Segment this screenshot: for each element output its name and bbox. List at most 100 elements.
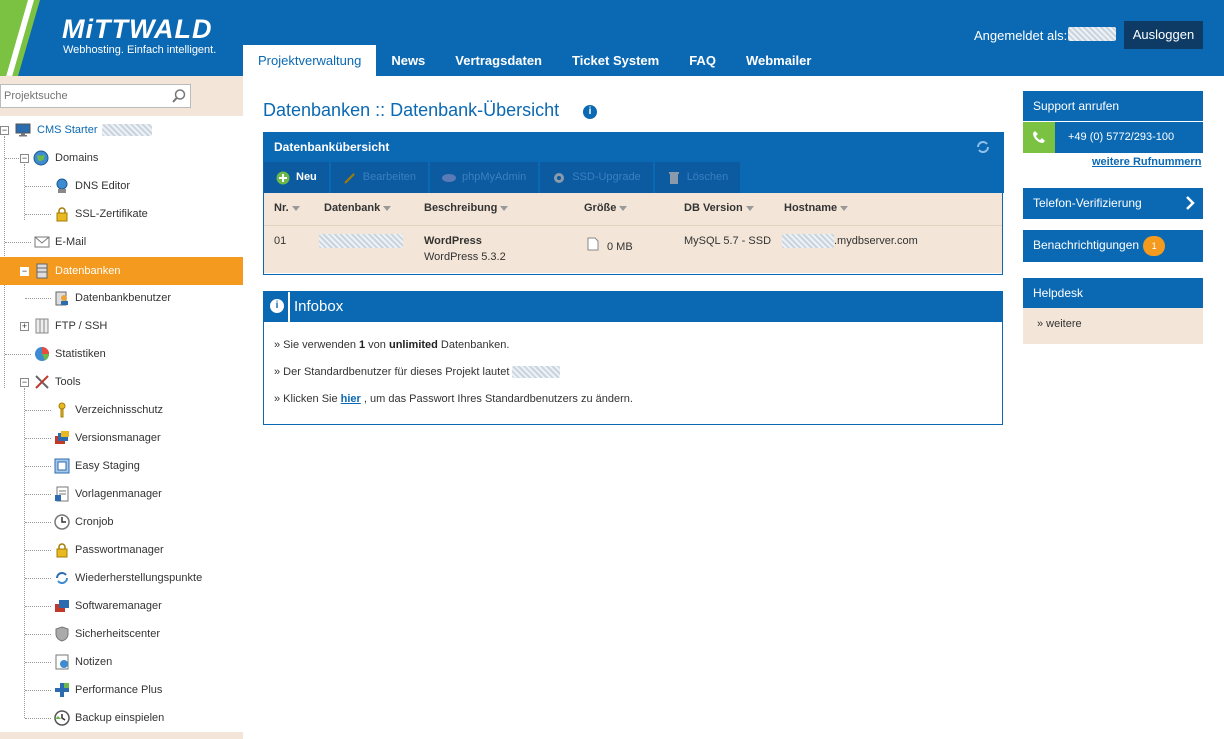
tree-project[interactable]: − CMS Starter: [0, 116, 243, 144]
tab-vertragsdaten[interactable]: Vertragsdaten: [440, 45, 557, 76]
cell-beschreibung-title: WordPress: [424, 235, 482, 247]
column-db-version[interactable]: DB Version: [684, 202, 754, 214]
sidebar-item-ssl[interactable]: SSL-Zertifikate: [0, 200, 243, 228]
sort-caret-icon: [291, 205, 300, 211]
infobox-line-user: » Der Standardbenutzer für dieses Projek…: [274, 366, 561, 379]
sidebar-item-label: E-Mail: [55, 236, 87, 248]
refresh-icon[interactable]: [976, 140, 990, 154]
tree-line: [25, 662, 51, 663]
text: » Der Standardbenutzer für dieses Projek…: [274, 366, 510, 378]
default-user-redacted: [512, 366, 561, 379]
ssd-upgrade-button[interactable]: SSD-Upgrade: [540, 162, 653, 193]
logo-tagline: Webhosting. Einfach intelligent.: [63, 44, 217, 56]
table-row[interactable]: 01 WordPress WordPress 5.3.2 0 MB MySQL …: [264, 225, 1002, 273]
header: MiTTWALD Webhosting. Einfach intelligent…: [0, 0, 1224, 76]
sidebar-item-label: Statistiken: [55, 348, 106, 360]
key-icon: [58, 402, 66, 418]
cell-nr: 01: [274, 235, 287, 247]
tree-line: [25, 214, 51, 215]
delete-button[interactable]: Löschen: [654, 162, 741, 193]
tab-webmailer[interactable]: Webmailer: [731, 45, 827, 76]
tree-line: [5, 354, 31, 355]
sort-caret-icon: [840, 205, 849, 211]
tree-line: [25, 466, 51, 467]
infobox-line-password: » Klicken Sie hier , um das Passwort Ihr…: [274, 393, 633, 405]
column-hostname-label: Hostname: [784, 202, 838, 214]
notifications-label: Benachrichtigungen: [1033, 238, 1140, 252]
sidebar-item-sicherheitscenter[interactable]: Sicherheitscenter: [0, 620, 243, 648]
tab-ticket-system[interactable]: Ticket System: [557, 45, 674, 76]
sidebar-item-ftp[interactable]: + FTP / SSH: [0, 312, 243, 340]
tree-line: [25, 410, 51, 411]
helpdesk-more-link[interactable]: » weitere: [1037, 318, 1082, 330]
sidebar-item-performance-plus[interactable]: Performance Plus: [0, 676, 243, 704]
sidebar-item-passwortmanager[interactable]: Passwortmanager: [0, 536, 243, 564]
search-icon[interactable]: [171, 88, 187, 104]
collapse-icon[interactable]: −: [20, 378, 29, 387]
sidebar-item-tools[interactable]: − Tools: [0, 368, 243, 396]
column-beschreibung[interactable]: Beschreibung: [424, 202, 509, 214]
new-database-button[interactable]: Neu: [264, 162, 329, 193]
phone-verification-label: Telefon-Verifizierung: [1033, 196, 1142, 210]
sidebar-item-softwaremanager[interactable]: Softwaremanager: [0, 592, 243, 620]
sidebar-item-versionsmanager[interactable]: Versionsmanager: [0, 424, 243, 452]
column-groesse-label: Größe: [584, 202, 617, 214]
text: » Sie verwenden: [274, 339, 359, 351]
collapse-icon[interactable]: −: [0, 126, 9, 135]
column-hostname[interactable]: Hostname: [784, 202, 849, 214]
column-nr[interactable]: Nr.: [274, 202, 300, 214]
sidebar-item-datenbankbenutzer[interactable]: Datenbankbenutzer: [0, 284, 243, 312]
panel-title-text: Datenbankübersicht: [274, 140, 390, 154]
sort-caret-icon: [619, 205, 628, 211]
cell-datenbank-redacted: [319, 234, 403, 248]
tree-line: [5, 242, 31, 243]
sidebar-item-wiederherstellungspunkte[interactable]: Wiederherstellungspunkte: [0, 564, 243, 592]
sidebar-item-verzeichnisschutz[interactable]: Verzeichnisschutz: [0, 396, 243, 424]
phone-verification-button[interactable]: Telefon-Verifizierung: [1023, 188, 1203, 219]
infobox: Infobox i » Sie verwenden 1 von unlimite…: [263, 291, 1003, 425]
logo[interactable]: MiTTWALD: [62, 14, 212, 45]
phpmyadmin-button[interactable]: phpMyAdmin: [430, 162, 539, 193]
tab-news[interactable]: News: [376, 45, 440, 76]
project-name: CMS Starter: [37, 124, 98, 136]
sidebar-item-statistiken[interactable]: Statistiken: [0, 340, 243, 368]
project-search-input[interactable]: [4, 88, 154, 104]
logout-button[interactable]: Ausloggen: [1124, 21, 1203, 49]
phpmyadmin-label: phpMyAdmin: [462, 171, 527, 183]
sidebar-item-dns-editor[interactable]: DNS Editor: [0, 172, 243, 200]
sidebar-item-notizen[interactable]: Notizen: [0, 648, 243, 676]
more-numbers-link[interactable]: weitere Rufnummern: [1092, 156, 1201, 168]
collapse-icon[interactable]: −: [20, 154, 29, 163]
info-icon[interactable]: i: [583, 105, 597, 119]
software-icon: [55, 600, 69, 612]
sidebar-item-datenbanken[interactable]: − Datenbanken: [0, 257, 243, 285]
support-phone[interactable]: +49 (0) 5772/293-100: [1023, 122, 1203, 153]
tree-line: [25, 578, 51, 579]
edit-button[interactable]: Bearbeiten: [330, 162, 428, 193]
column-datenbank-label: Datenbank: [324, 202, 381, 214]
column-datenbank[interactable]: Datenbank: [324, 202, 392, 214]
sidebar-item-email[interactable]: E-Mail: [0, 228, 243, 256]
expand-icon[interactable]: +: [20, 322, 29, 331]
tree-line: [25, 606, 51, 607]
project-id-redacted: [102, 124, 152, 136]
notifications-button[interactable]: Benachrichtigungen 1: [1023, 230, 1203, 262]
template-icon: [55, 486, 69, 502]
sidebar-item-cronjob[interactable]: Cronjob: [0, 508, 243, 536]
project-search-box: [0, 84, 191, 108]
tab-projektverwaltung[interactable]: Projektverwaltung: [243, 45, 377, 76]
sidebar-item-label: Sicherheitscenter: [75, 628, 160, 640]
sidebar-item-domains[interactable]: − Domains: [0, 144, 243, 172]
sidebar-item-label: Easy Staging: [75, 460, 140, 472]
tree-line: [25, 494, 51, 495]
sidebar-item-label: FTP / SSH: [55, 320, 108, 332]
sidebar-item-easy-staging[interactable]: Easy Staging: [0, 452, 243, 480]
column-groesse[interactable]: Größe: [584, 202, 628, 214]
sidebar-item-vorlagenmanager[interactable]: Vorlagenmanager: [0, 480, 243, 508]
change-password-link[interactable]: hier: [341, 393, 361, 405]
tab-faq[interactable]: FAQ: [674, 45, 731, 76]
db-limit: unlimited: [388, 339, 438, 351]
sidebar-item-backup[interactable]: Backup einspielen: [0, 704, 243, 732]
collapse-icon[interactable]: −: [20, 267, 29, 276]
infobox-title: Infobox: [264, 292, 1002, 322]
